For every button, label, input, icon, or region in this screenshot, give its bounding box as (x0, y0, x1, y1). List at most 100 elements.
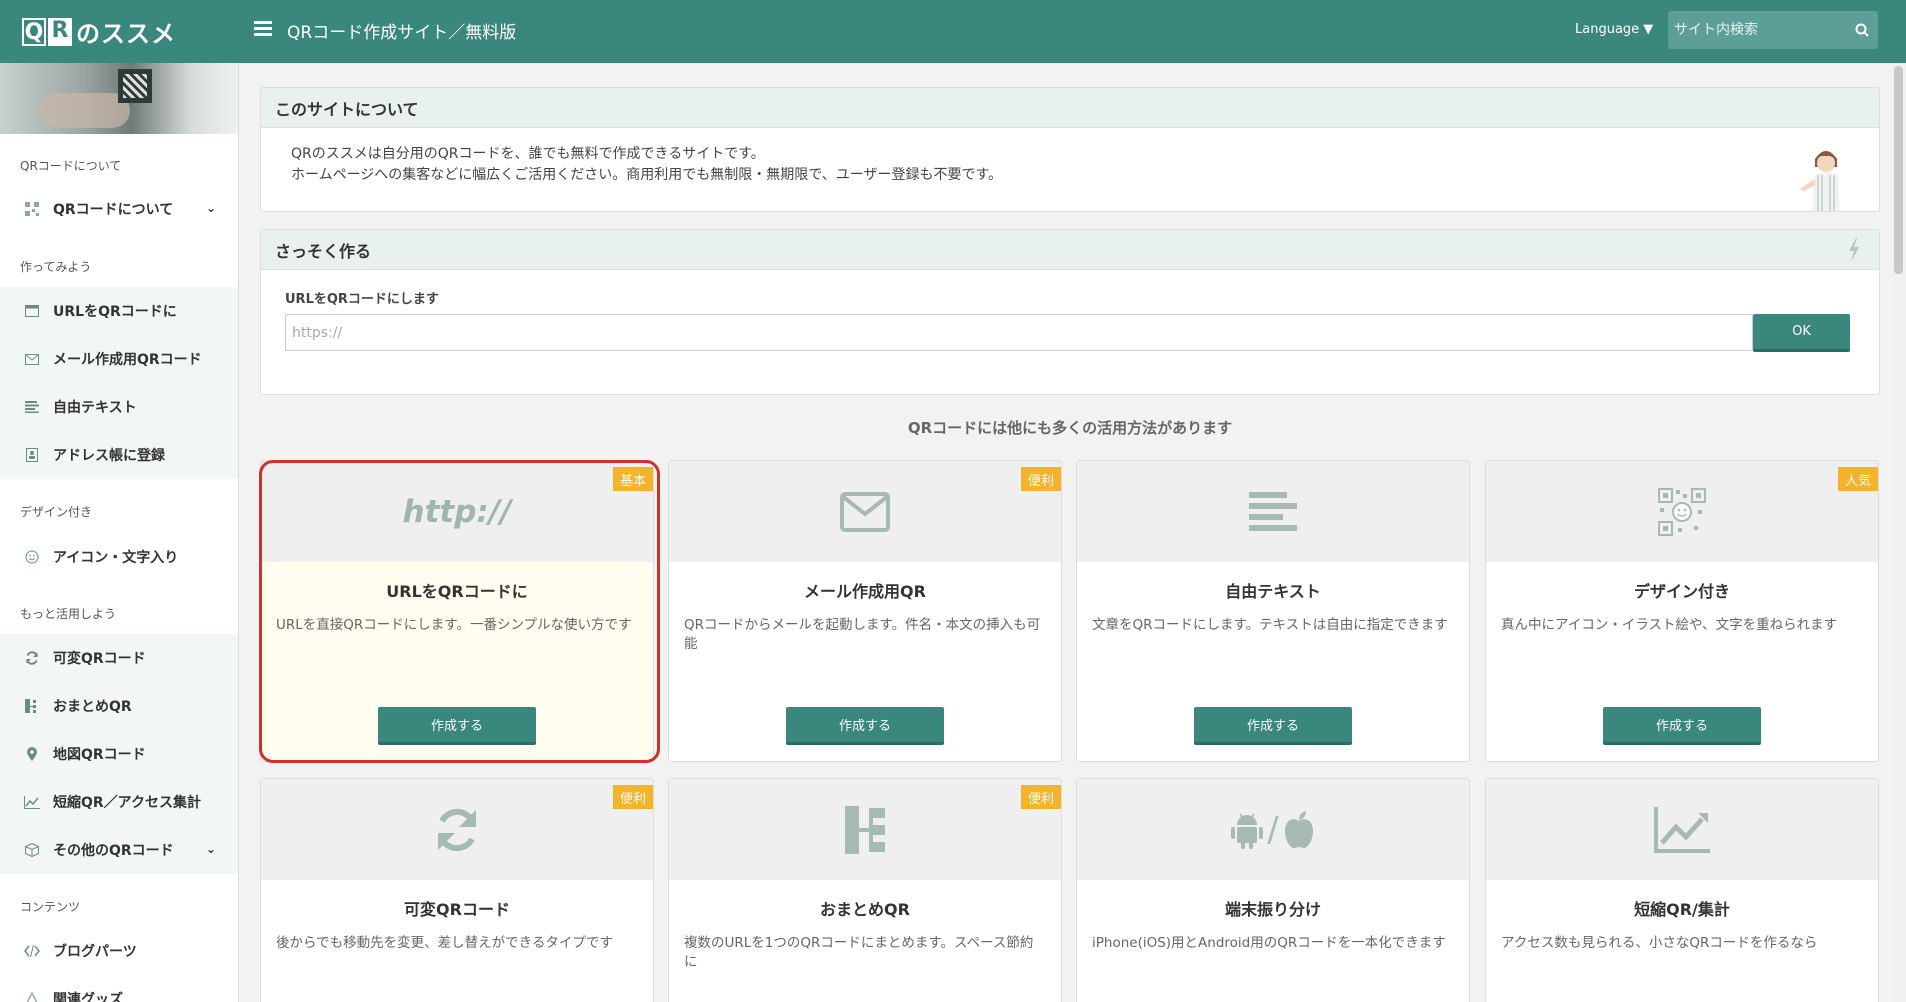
card-desc: 後からでも移動先を変更、差し替えができるタイプです (276, 935, 613, 951)
about-line-2: ホームページへの集客などに幅広くご活用ください。商用利用でも無制限・無期限で、ユ… (291, 167, 1003, 183)
section-title: QRコードには他にも多くの活用方法があります (907, 419, 1233, 437)
site-logo[interactable]: Q R のススメ (0, 0, 239, 63)
sidebar-item-short[interactable]: 短縮QR／アクセス集計 (0, 778, 238, 826)
sidebar-item-label: ブログパーツ (53, 944, 137, 960)
sidebar-item-url[interactable]: URLをQRコードに (0, 287, 238, 335)
ok-button[interactable]: OK (1753, 314, 1850, 352)
card-title: 自由テキスト (1225, 582, 1321, 601)
card-header: 人気 (1486, 461, 1878, 562)
search-box (1668, 11, 1878, 49)
bolt-icon (1849, 238, 1859, 262)
about-line-1: QRのススメは自分用のQRコードを、誰でも無料で作成できるサイトです。 (291, 146, 765, 162)
text-lines-icon (1249, 491, 1297, 531)
sidebar-item-label: メール作成用QRコード (53, 352, 202, 368)
about-panel: このサイトについて QRのススメは自分用のQRコードを、誰でも無料で作成できるサ… (260, 87, 1880, 212)
smile-icon (24, 549, 40, 565)
card-desc: 真ん中にアイコン・イラスト絵や、文字を重ねられます (1501, 617, 1838, 633)
sidebar-item-goods[interactable]: 関連グッズ (0, 975, 238, 1002)
sidebar-section-design: デザイン付き (20, 505, 93, 519)
card-desc: アクセス数も見られる、小さなQRコードを作るなら (1501, 935, 1818, 951)
text-lines-icon (24, 399, 40, 415)
card-text[interactable]: 自由テキスト 文章をQRコードにします。テキストは自由に指定できます 作成する (1076, 460, 1470, 762)
card-title: 可変QRコード (404, 900, 510, 919)
sidebar-item-label: 可変QRコード (53, 651, 146, 667)
top-header: Q R のススメ QRコード作成サイト／無料版 Language ▼ (0, 0, 1906, 63)
card-header (1486, 779, 1878, 880)
sidebar-item-blog[interactable]: ブログパーツ (0, 927, 238, 975)
qr-grid-icon (24, 201, 40, 217)
card-dynamic[interactable]: 便利 可変QRコード 後からでも移動先を変更、差し替えができるタイプです (260, 778, 654, 1002)
badge: 人気 (1838, 467, 1878, 491)
create-button[interactable]: 作成する (1603, 707, 1761, 745)
sidebar-item-label: 短縮QR／アクセス集計 (53, 795, 201, 811)
sidebar-item-label: 関連グッズ (53, 992, 123, 1002)
sidebar: QRコードについて QRコードについて ⌄ 作ってみよう URLをQRコードに … (0, 63, 239, 1002)
card-title: おまとめQR (820, 900, 910, 919)
window-icon (24, 303, 40, 319)
badge: 便利 (613, 785, 653, 809)
sidebar-item-icon-text[interactable]: アイコン・文字入り (0, 533, 238, 581)
sidebar-item-label: 地図QRコード (53, 747, 146, 763)
envelope-icon (840, 491, 890, 532)
card-design[interactable]: 人気 デザイン付き 真ん中にアイコン・イラスト絵や、文字を重ねられます 作成する (1485, 460, 1879, 762)
language-dropdown[interactable]: Language ▼ (1575, 22, 1653, 37)
sidebar-item-bundle[interactable]: おまとめQR (0, 682, 238, 730)
sidebar-section-more: もっと活用しよう (20, 607, 117, 621)
sidebar-item-text[interactable]: 自由テキスト (0, 383, 238, 431)
about-title: このサイトについて (261, 88, 1879, 128)
sidebar-section-make: 作ってみよう (20, 260, 92, 274)
sitemap-icon (845, 805, 885, 854)
sidebar-item-dynamic[interactable]: 可変QRコード (0, 634, 238, 682)
card-title: 端末振り分け (1224, 900, 1321, 919)
code-icon (24, 943, 40, 959)
refresh-icon (24, 650, 40, 666)
device-separator: / (1267, 809, 1279, 850)
person-illustration (1800, 151, 1840, 211)
logo-text: のススメ (76, 20, 176, 48)
create-button[interactable]: 作成する (786, 707, 944, 745)
badge: 便利 (1021, 467, 1061, 491)
sidebar-hero-image (0, 63, 238, 134)
sidebar-item-other[interactable]: その他のQRコード ⌄ (0, 826, 238, 874)
map-pin-icon (24, 746, 40, 762)
sidebar-item-address[interactable]: アドレス帳に登録 (0, 431, 238, 479)
quick-panel: さっそく作る URLをQRコードにします OK (260, 229, 1880, 395)
card-title: デザイン付き (1633, 582, 1730, 601)
card-header: 便利 (669, 779, 1061, 880)
sitemap-icon (24, 698, 40, 714)
badge: 便利 (1021, 785, 1061, 809)
sidebar-item-label: 自由テキスト (53, 400, 137, 416)
card-short[interactable]: 短縮QR/集計 アクセス数も見られる、小さなQRコードを作るなら (1485, 778, 1879, 1002)
logo-q: Q (22, 17, 46, 46)
card-title: メール作成用QR (804, 582, 926, 601)
refresh-icon (438, 808, 476, 851)
scrollbar-thumb[interactable] (1894, 66, 1903, 274)
sidebar-item-label: QRコードについて (53, 202, 174, 218)
envelope-icon (24, 351, 40, 367)
search-icon[interactable] (1854, 22, 1870, 38)
card-desc: QRコードからメールを起動します。件名・本文の挿入も可能 (684, 617, 1041, 652)
android-icon (1231, 813, 1264, 849)
search-input[interactable] (1668, 11, 1838, 49)
chevron-down-icon: ⌄ (205, 842, 216, 856)
card-desc: 複数のURLを1つのQRコードにまとめます。スペース節約に (684, 935, 1034, 970)
card-desc: iPhone(iOS)用とAndroid用のQRコードを一本化できます (1092, 935, 1446, 951)
card-header: / (1077, 779, 1469, 880)
create-button[interactable]: 作成する (1194, 707, 1352, 745)
sidebar-item-label: アイコン・文字入り (53, 550, 179, 566)
header-title[interactable]: QRコード作成サイト／無料版 (287, 18, 516, 43)
sidebar-item-mail[interactable]: メール作成用QRコード (0, 335, 238, 383)
goods-icon (24, 991, 40, 1002)
card-device[interactable]: / 端末振り分け iPhone(iOS)用とAndroid用のQRコードを一本化… (1076, 778, 1470, 1002)
url-input[interactable] (285, 314, 1753, 351)
card-title: 短縮QR/集計 (1634, 900, 1730, 919)
apple-icon (1284, 810, 1313, 848)
logo-r: R (48, 17, 72, 46)
sidebar-item-qr-about[interactable]: QRコードについて ⌄ (0, 185, 238, 233)
card-mail[interactable]: 便利 メール作成用QR QRコードからメールを起動します。件名・本文の挿入も可能… (668, 460, 1062, 762)
sidebar-item-map[interactable]: 地図QRコード (0, 730, 238, 778)
sidebar-section-about: QRコードについて (20, 159, 122, 173)
card-bundle[interactable]: 便利 おまとめQR 複数のURLを1つのQRコードにまとめます。スペース節約に (668, 778, 1062, 1002)
cube-icon (24, 842, 40, 858)
hamburger-menu-icon[interactable] (254, 21, 272, 37)
